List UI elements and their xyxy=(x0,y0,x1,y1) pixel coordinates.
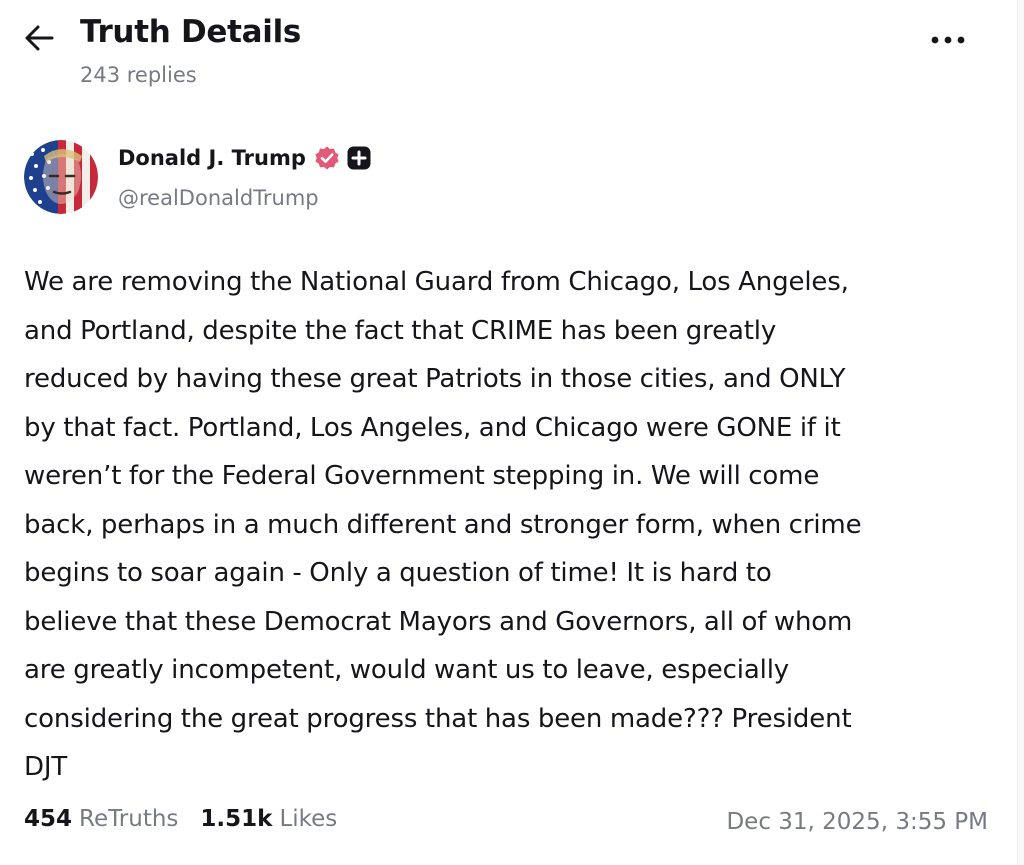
retruths-stat[interactable]: 454 ReTruths xyxy=(24,806,178,832)
author-handle[interactable]: @realDonaldTrump xyxy=(118,186,319,210)
post-line: are greatly incompetent, would want us t… xyxy=(24,655,790,685)
likes-count: 1.51k xyxy=(200,806,273,832)
more-horizontal-icon xyxy=(931,36,965,44)
page-title: Truth Details xyxy=(80,14,302,50)
post-line: DJT xyxy=(24,752,68,782)
arrow-left-icon xyxy=(25,25,54,51)
avatar[interactable] xyxy=(24,140,98,214)
reply-count: 243 replies xyxy=(80,63,197,87)
retruths-count: 454 xyxy=(24,806,73,832)
more-options-button[interactable] xyxy=(922,22,974,58)
author-name[interactable]: Donald J. Trump xyxy=(118,146,306,170)
post-line: We are removing the National Guard from … xyxy=(24,267,849,297)
likes-stat[interactable]: 1.51k Likes xyxy=(200,806,337,832)
verified-badge-icon xyxy=(314,145,340,171)
plus-badge-icon xyxy=(346,145,372,171)
post-stats: 454 ReTruths 1.51k Likes xyxy=(24,806,337,832)
post-line: by that fact. Portland, Los Angeles, and… xyxy=(24,412,841,443)
post-line: reduced by having these great Patriots i… xyxy=(24,364,846,394)
post-line: considering the great progress that has … xyxy=(24,703,852,734)
retruths-label: ReTruths xyxy=(79,806,179,832)
post-body: We are removing the National Guard from … xyxy=(24,258,999,792)
post-line: begins to soar again - Only a question o… xyxy=(24,558,772,588)
likes-label: Likes xyxy=(279,806,338,832)
post-line: believe that these Democrat Mayors and G… xyxy=(24,606,853,637)
post-line: and Portland, despite the fact that CRIM… xyxy=(24,315,777,346)
truth-details-page: Truth Details 243 replies Donald J. Trum… xyxy=(0,0,1024,865)
right-border xyxy=(1017,0,1024,865)
avatar-image xyxy=(24,140,98,214)
author-row: Donald J. Trump xyxy=(118,145,372,171)
back-button[interactable] xyxy=(22,18,66,58)
post-timestamp: Dec 31, 2025, 3:55 PM xyxy=(726,809,988,835)
post-line: back, perhaps in a much different and st… xyxy=(24,509,862,540)
post-line: weren’t for the Federal Government stepp… xyxy=(24,461,820,491)
